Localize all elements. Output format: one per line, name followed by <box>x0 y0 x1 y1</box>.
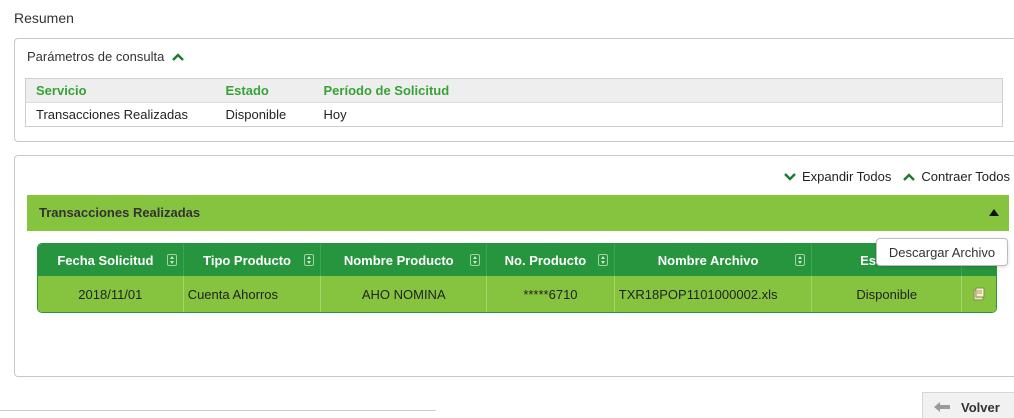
collapse-all-link[interactable]: Contraer Todos <box>903 169 1010 184</box>
back-button-label: Volver <box>961 399 1000 415</box>
chevron-up-icon <box>903 172 916 181</box>
params-panel: Parámetros de consulta Servicio Estado P… <box>14 38 1014 142</box>
params-table: Servicio Estado Período de Solicitud Tra… <box>25 78 1003 127</box>
cell-tipo-producto: Cuenta Ahorros <box>184 276 322 312</box>
col-no-producto[interactable]: No. Producto <box>487 244 615 276</box>
col-nombre-archivo[interactable]: Nombre Archivo <box>615 244 813 276</box>
sort-icon[interactable] <box>597 254 608 266</box>
params-col-estado: Estado <box>215 78 314 103</box>
col-label: No. Producto <box>504 252 587 268</box>
grid-header-row: Fecha Solicitud Tipo Producto Nombre Pro… <box>38 244 996 276</box>
download-tooltip: Descargar Archivo <box>876 238 1008 266</box>
params-col-periodo: Período de Solicitud <box>313 78 1003 103</box>
section-header-bar[interactable]: Transacciones Realizadas <box>27 195 1009 231</box>
back-button[interactable]: Volver <box>922 392 1014 418</box>
cell-fecha: 2018/11/01 <box>38 276 184 312</box>
download-button[interactable] <box>962 276 996 312</box>
cell-estado: Disponible <box>812 276 963 312</box>
sort-icon[interactable] <box>470 254 481 266</box>
chevron-down-icon <box>784 172 796 181</box>
collapse-all-label: Contraer Todos <box>921 169 1010 184</box>
col-label: Nombre Producto <box>343 252 454 268</box>
sort-icon[interactable] <box>795 254 806 266</box>
chevron-up-icon <box>172 52 185 61</box>
sort-icon[interactable] <box>304 254 315 266</box>
col-label: Tipo Producto <box>203 252 291 268</box>
params-cell-periodo: Hoy <box>313 102 1003 127</box>
expand-all-link[interactable]: Expandir Todos <box>784 169 891 184</box>
cell-no-producto: *****6710 <box>487 276 615 312</box>
results-panel: Expandir Todos Contraer Todos Transaccio… <box>14 155 1014 377</box>
col-label: Nombre Archivo <box>657 252 759 268</box>
col-fecha-solicitud[interactable]: Fecha Solicitud <box>38 244 184 276</box>
back-arrow-icon <box>934 402 950 412</box>
params-toggle[interactable]: Parámetros de consulta <box>27 49 185 64</box>
section-title: Transacciones Realizadas <box>39 205 201 220</box>
sort-icon[interactable] <box>166 254 177 266</box>
divider <box>0 410 436 411</box>
params-cell-servicio: Transacciones Realizadas <box>25 102 216 127</box>
expand-collapse-controls: Expandir Todos Contraer Todos <box>784 169 1010 184</box>
params-header-label: Parámetros de consulta <box>27 49 165 64</box>
col-nombre-producto[interactable]: Nombre Producto <box>321 244 488 276</box>
col-label: Fecha Solicitud <box>57 252 154 268</box>
page-title: Resumen <box>14 10 74 26</box>
col-tipo-producto[interactable]: Tipo Producto <box>184 244 322 276</box>
expand-all-label: Expandir Todos <box>801 169 892 184</box>
params-cell-estado: Disponible <box>215 102 314 127</box>
table-row[interactable]: 2018/11/01 Cuenta Ahorros AHO NOMINA ***… <box>38 276 996 312</box>
cell-nombre-archivo: TXR18POP1101000002.xls <box>615 276 813 312</box>
download-file-icon <box>973 287 985 301</box>
collapse-triangle-icon[interactable] <box>989 209 999 216</box>
params-col-servicio: Servicio <box>25 78 216 103</box>
cell-nombre-producto: AHO NOMINA <box>321 276 488 312</box>
results-grid: Fecha Solicitud Tipo Producto Nombre Pro… <box>37 243 997 313</box>
